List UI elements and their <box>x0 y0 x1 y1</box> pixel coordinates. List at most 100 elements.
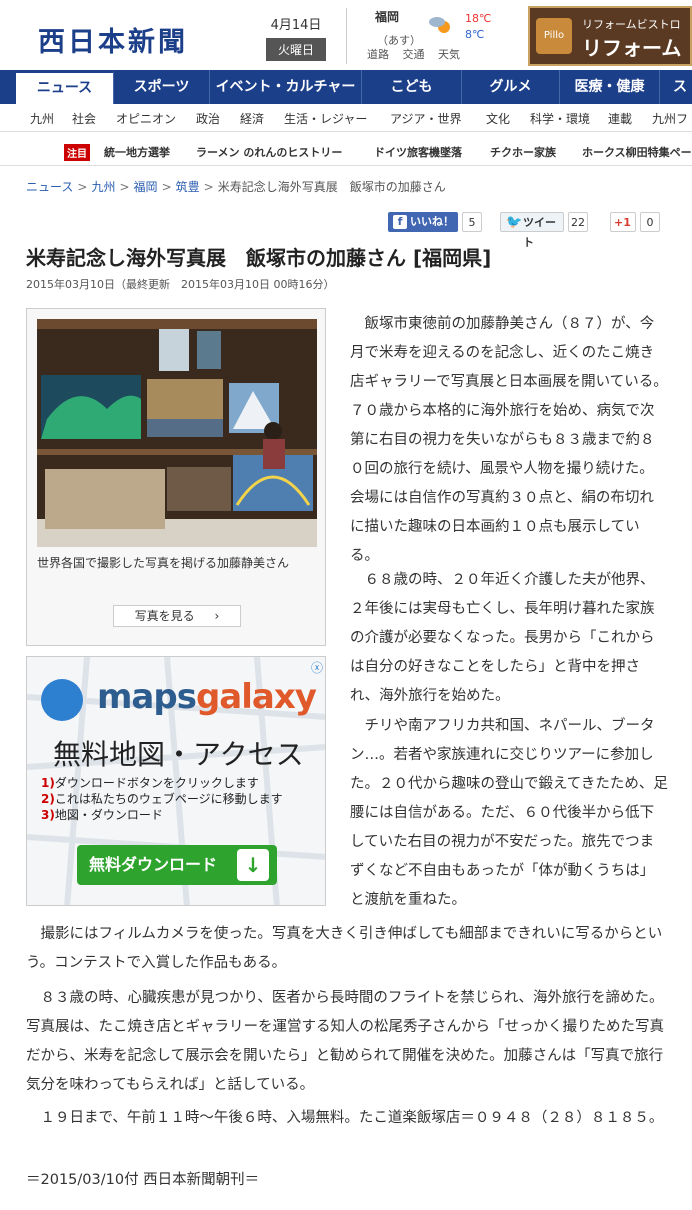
chevron-right-icon: › <box>214 609 220 623</box>
article-paragraph: チリや南アフリカ共和国、ネパール、ブータン…。若者や家族連れに交じりツアーに参加… <box>350 718 668 908</box>
date-box: 4月14日 火曜日 <box>266 14 326 61</box>
ad-steps: 1)ダウンロードボタンをクリックします 2)これは私たちのウェブページに移動しま… <box>41 775 283 823</box>
subnav-item-economy[interactable]: 経済 <box>240 110 264 127</box>
breadcrumb-separator: > <box>161 180 172 194</box>
pickup-item-hawks[interactable]: ホークス柳田特集ペー <box>582 144 692 160</box>
weekday-badge: 火曜日 <box>266 38 326 61</box>
nav-item-health[interactable]: 医療・健康 <box>560 70 660 104</box>
article-source: ＝2015/03/10付 西日本新聞朝刊＝ <box>26 1172 260 1188</box>
weather-low: 8℃ <box>465 28 485 41</box>
ad-step: 3)地図・ダウンロード <box>41 807 283 823</box>
subnav-item-series[interactable]: 連載 <box>608 110 632 127</box>
site-header: 西日本新聞 4月14日 火曜日 福岡 （あす） 18℃ 8℃ 道路 交通 天気 … <box>0 0 692 70</box>
subnav-item-world[interactable]: アジア・世界 <box>390 110 462 127</box>
ad-brand-maps: maps <box>97 677 197 717</box>
ad-step-number: 2) <box>41 792 55 806</box>
weather-links: 道路 交通 天気 <box>367 46 470 62</box>
ad-download-button[interactable]: 無料ダウンロード ↓ <box>77 845 277 885</box>
pickup-item-election[interactable]: 統一地方選挙 <box>104 144 170 160</box>
pickup-item-chikuho[interactable]: チクホー家族 <box>490 144 556 160</box>
nav-item-more[interactable]: ス <box>660 70 692 104</box>
nav-item-events[interactable]: イベント・カルチャー <box>210 70 362 104</box>
ad-step-number: 3) <box>41 808 55 822</box>
subnav-item-politics[interactable]: 政治 <box>196 110 220 127</box>
pickup-item-ramen[interactable]: ラーメン のれんのヒストリー <box>196 144 342 160</box>
tweet-label: ツイート <box>523 216 556 249</box>
article-photo[interactable] <box>37 319 317 547</box>
twitter-icon: 🐦 <box>506 215 523 230</box>
ad-close-icon[interactable]: ⓧ <box>311 659 323 676</box>
site-logo[interactable]: 西日本新聞 <box>38 20 188 59</box>
banner-logo: Pillo <box>536 18 572 54</box>
article-paragraph: 撮影にはフィルムカメラを使った。写真を大きく引き伸ばしても細部まできれいに写るか… <box>26 926 663 971</box>
subnav-item-science[interactable]: 科学・環境 <box>530 110 590 127</box>
ad-step-number: 1) <box>41 776 55 790</box>
nav-item-news[interactable]: ニュース <box>16 70 114 104</box>
breadcrumb-separator: > <box>119 180 130 194</box>
weather-link-road[interactable]: 道路 <box>367 48 389 61</box>
weather-widget[interactable]: 福岡 （あす） 18℃ 8℃ 道路 交通 天気 <box>346 8 496 64</box>
facebook-icon: f <box>393 215 407 229</box>
article-title: 米寿記念し海外写真展 飯塚市の加藤さん [福岡県] <box>26 246 492 270</box>
sub-nav: 九州 社会 オピニオン 政治 経済 生活・レジャー アジア・世界 文化 科学・環… <box>0 106 692 132</box>
nav-item-kids[interactable]: こども <box>362 70 462 104</box>
ad-step-text: ダウンロードボタンをクリックします <box>54 776 259 790</box>
weather-link-traffic[interactable]: 交通 <box>403 48 425 61</box>
view-photo-button[interactable]: 写真を見る › <box>113 605 241 627</box>
ad-step: 1)ダウンロードボタンをクリックします <box>41 775 283 791</box>
download-arrow-icon: ↓ <box>237 849 269 881</box>
breadcrumb-separator: > <box>77 180 88 194</box>
facebook-like-label: いいね！ <box>410 215 454 228</box>
photo-box: 世界各国で撮影した写真を掲げる加藤静美さん 写真を見る › <box>26 308 326 646</box>
banner-subtitle: リフォームビストロ <box>582 18 681 31</box>
google-plus-count: 0 <box>640 212 660 232</box>
nav-item-gourmet[interactable]: グルメ <box>462 70 560 104</box>
ad-step-text: 地図・ダウンロード <box>54 808 163 822</box>
pickup-bar: 注目 統一地方選挙 ラーメン のれんのヒストリー ドイツ旅客機墜落 チクホー家族… <box>0 136 692 166</box>
header-ad-banner[interactable]: Pillo リフォームビストロ リフォーム <box>528 6 692 66</box>
subnav-item-more[interactable]: 九州フ <box>652 110 688 127</box>
subnav-item-opinion[interactable]: オピニオン <box>116 110 176 127</box>
subnav-item-kyushu[interactable]: 九州 <box>30 110 54 127</box>
facebook-like-button[interactable]: f いいね！ <box>388 212 458 232</box>
date-text: 4月14日 <box>270 18 322 33</box>
article-paragraph: ８３歳の時、心臓疾患が見つかり、医者から長時間のフライトを禁じられ、海外旅行を諦… <box>26 990 664 1093</box>
main-nav: ニュース スポーツ イベント・カルチャー こども グルメ 医療・健康 ス <box>0 70 692 104</box>
article-paragraph: １９日まで、午前１１時～午後６時、入場無料。たこ道楽飯塚店＝０９４８（２８）８１… <box>40 1110 664 1126</box>
ad-cta-label: 無料ダウンロード <box>89 855 218 874</box>
subnav-item-life[interactable]: 生活・レジャー <box>284 110 367 127</box>
article-dateline: 2015年03月10日（最終更新 2015年03月10日 00時16分） <box>26 278 335 291</box>
breadcrumb-chikuho[interactable]: 筑豊 <box>176 180 200 194</box>
banner-title: リフォーム <box>582 36 682 60</box>
breadcrumb-kyushu[interactable]: 九州 <box>91 180 115 194</box>
google-plus-label: +1 <box>614 216 631 229</box>
tweet-count: 22 <box>568 212 588 232</box>
breadcrumb-current: 米寿記念し海外写真展 飯塚市の加藤さん <box>217 180 446 194</box>
ad-title: 無料地図・アクセス <box>53 738 304 771</box>
nav-item-sports[interactable]: スポーツ <box>114 70 210 104</box>
ad-step: 2)これは私たちのウェブページに移動します <box>41 791 283 807</box>
pickup-label: 注目 <box>64 144 90 161</box>
google-plus-button[interactable]: +1 <box>610 212 636 232</box>
breadcrumb-fukuoka[interactable]: 福岡 <box>134 180 158 194</box>
subnav-item-society[interactable]: 社会 <box>72 110 96 127</box>
globe-icon <box>41 679 83 721</box>
ad-brand-galaxy: galaxy <box>195 677 317 717</box>
photo-caption: 世界各国で撮影した写真を掲げる加藤静美さん <box>37 556 290 570</box>
article-paragraph: 飯塚市東徳前の加藤静美さん（８７）が、今月で米寿を迎えるのを記念し、近くのたこ焼… <box>350 316 668 564</box>
ad-brand: mapsgalaxy <box>97 677 317 717</box>
subnav-item-culture[interactable]: 文化 <box>486 110 510 127</box>
weather-link-weather[interactable]: 天気 <box>438 48 460 61</box>
ad-step-text: これは私たちのウェブページに移動します <box>54 792 283 806</box>
view-photo-label: 写真を見る <box>134 609 195 623</box>
breadcrumb-news[interactable]: ニュース <box>26 180 73 194</box>
pickup-item-germanwings[interactable]: ドイツ旅客機墜落 <box>374 144 462 160</box>
article-paragraph: ６８歳の時、２０年近く介護した夫が他界、２年後には実母も亡くし、長年明け暮れた家… <box>350 572 655 704</box>
tweet-button[interactable]: 🐦 ツイート <box>500 212 564 249</box>
cloud-sun-icon <box>429 17 450 33</box>
weather-high: 18℃ <box>465 12 492 25</box>
ad-mapsgalaxy[interactable]: mapsgalaxy 無料地図・アクセス 1)ダウンロードボタンをクリックします… <box>26 656 326 906</box>
facebook-like-count: 5 <box>462 212 482 232</box>
breadcrumb-separator: > <box>203 180 214 194</box>
breadcrumb: ニュース > 九州 > 福岡 > 筑豊 > 米寿記念し海外写真展 飯塚市の加藤さん <box>26 178 446 195</box>
